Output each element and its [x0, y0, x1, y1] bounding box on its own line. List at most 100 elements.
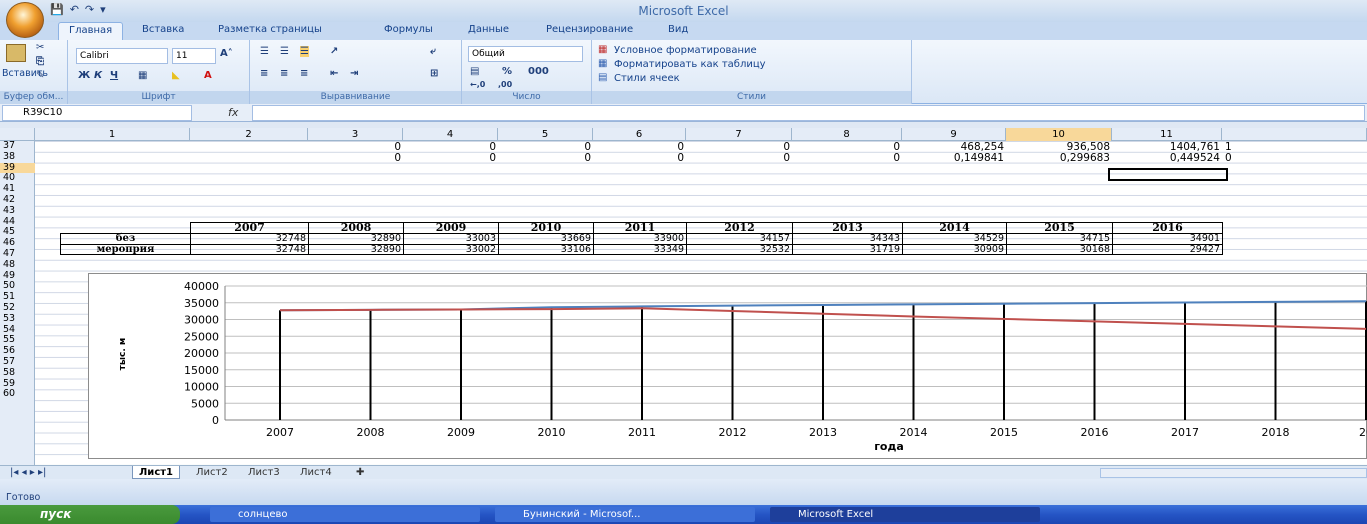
underline-button[interactable]: Ч	[110, 70, 118, 81]
borders-icon[interactable]: ▦	[138, 70, 147, 81]
align-middle-icon[interactable]: ☰	[280, 46, 289, 57]
cell-value[interactable]: 0,449524	[1112, 153, 1220, 164]
grow-font-icon[interactable]: A˄	[220, 48, 233, 59]
number-format-select[interactable]: Общий	[468, 46, 583, 62]
row-label[interactable]: мероприя	[60, 243, 191, 256]
cell-value[interactable]: 0	[1222, 153, 1234, 164]
italic-button[interactable]: К	[94, 70, 102, 81]
copy-icon[interactable]: ⎘	[36, 56, 44, 67]
horizontal-scrollbar[interactable]	[1100, 468, 1367, 478]
tab-data[interactable]: Данные	[468, 24, 509, 35]
taskbar-item-folder[interactable]: солнцево	[210, 507, 480, 522]
align-top-icon[interactable]: ☰	[260, 46, 269, 57]
cell-value[interactable]: 0	[403, 153, 496, 164]
table-cell[interactable]: 33106	[498, 243, 594, 256]
cell-value[interactable]: 0	[593, 142, 684, 153]
taskbar-item-excel[interactable]: Microsoft Excel	[770, 507, 1040, 522]
cell-value[interactable]: 0	[792, 142, 900, 153]
tab-view[interactable]: Вид	[668, 24, 688, 35]
cell-value[interactable]: 0	[308, 153, 401, 164]
year-header[interactable]: 2009	[403, 222, 499, 234]
table-cell[interactable]: 33002	[403, 243, 499, 256]
table-cell[interactable]: 33669	[498, 232, 594, 245]
cell-styles-button[interactable]: Стили ячеек	[614, 73, 680, 84]
decrease-decimal-button[interactable]: ,00	[498, 80, 512, 89]
table-cell[interactable]: 34715	[1006, 232, 1113, 245]
table-cell[interactable]: 34343	[792, 232, 903, 245]
cell-value[interactable]: 0	[498, 153, 591, 164]
tab-home[interactable]: Главная	[58, 22, 124, 40]
table-cell[interactable]: 32748	[190, 243, 309, 256]
row-header[interactable]: 43	[0, 205, 35, 217]
year-header[interactable]: 2013	[792, 222, 903, 234]
table-cell[interactable]: 34529	[902, 232, 1007, 245]
fill-color-icon[interactable]: ◣	[172, 70, 180, 81]
merge-center-icon[interactable]: ⊞	[430, 68, 438, 79]
table-cell[interactable]: 29427	[1112, 243, 1223, 256]
orientation-icon[interactable]: ↗	[330, 46, 338, 57]
year-header[interactable]: 2008	[308, 222, 404, 234]
decrease-indent-icon[interactable]: ⇤	[330, 68, 338, 79]
font-name-select[interactable]: Calibri	[76, 48, 168, 64]
year-header[interactable]: 2015	[1006, 222, 1113, 234]
table-cell[interactable]: 30909	[902, 243, 1007, 256]
cell-value[interactable]: 0	[308, 142, 401, 153]
table-cell[interactable]: 33003	[403, 232, 499, 245]
cell-value[interactable]: 0	[686, 142, 790, 153]
active-cell[interactable]	[1108, 168, 1228, 181]
increase-indent-icon[interactable]: ⇥	[350, 68, 358, 79]
row-header[interactable]: 48	[0, 259, 35, 271]
table-cell[interactable]: 32890	[308, 232, 404, 245]
formula-input[interactable]	[252, 105, 1365, 121]
start-button[interactable]: пуск	[0, 505, 180, 524]
percent-button[interactable]: %	[502, 66, 512, 77]
align-right-icon[interactable]: ≡	[300, 68, 308, 79]
table-cell[interactable]: 32890	[308, 243, 404, 256]
column-header[interactable]: 9	[902, 128, 1006, 141]
cut-icon[interactable]: ✂	[36, 42, 44, 53]
table-cell[interactable]: 34157	[686, 232, 793, 245]
year-header[interactable]: 2011	[593, 222, 687, 234]
increase-decimal-button[interactable]: ←,0	[470, 80, 485, 89]
column-header[interactable]	[1222, 128, 1367, 141]
wrap-text-icon[interactable]: ⤶	[430, 46, 436, 57]
align-center-icon[interactable]: ≡	[280, 68, 288, 79]
sheet-nav-icon[interactable]: |◂ ◂ ▸ ▸|	[10, 466, 46, 479]
table-cell[interactable]: 32532	[686, 243, 793, 256]
office-button[interactable]	[6, 2, 44, 38]
sheet-tab[interactable]: Лист3	[248, 466, 280, 479]
table-cell[interactable]: 33349	[593, 243, 687, 256]
font-size-select[interactable]: 11	[172, 48, 216, 64]
currency-icon[interactable]: ▤	[470, 66, 479, 77]
year-header[interactable]: 2010	[498, 222, 594, 234]
sheet-tab[interactable]: Лист2	[196, 466, 228, 479]
column-header-selected[interactable]: 10	[1006, 128, 1112, 141]
tab-insert[interactable]: Вставка	[142, 24, 184, 35]
table-cell[interactable]: 33900	[593, 232, 687, 245]
row-label[interactable]: без	[60, 232, 191, 245]
format-as-table-button[interactable]: Форматировать как таблицу	[614, 59, 766, 70]
table-cell[interactable]	[60, 222, 191, 234]
column-header[interactable]: 4	[403, 128, 498, 141]
tab-review[interactable]: Рецензирование	[546, 24, 633, 35]
column-header[interactable]: 5	[498, 128, 593, 141]
column-header[interactable]: 1	[35, 128, 190, 141]
column-header[interactable]: 3	[308, 128, 403, 141]
year-header[interactable]: 2012	[686, 222, 793, 234]
thousands-button[interactable]: 000	[528, 66, 549, 77]
paste-icon[interactable]	[6, 44, 26, 62]
cell-value[interactable]: 0,149841	[902, 153, 1004, 164]
cell-value[interactable]: 0	[403, 142, 496, 153]
column-header[interactable]: 8	[792, 128, 902, 141]
row-header[interactable]: 38	[0, 151, 35, 163]
taskbar-item-word[interactable]: Бунинский - Microsof...	[495, 507, 755, 522]
paste-button[interactable]: Вставить	[2, 68, 48, 79]
align-left-icon[interactable]: ≡	[260, 68, 268, 79]
cell-value[interactable]: 0,299683	[1006, 153, 1110, 164]
column-header[interactable]: 11	[1112, 128, 1222, 141]
row-header[interactable]: 53	[0, 313, 35, 325]
tab-page-layout[interactable]: Разметка страницы	[218, 24, 322, 35]
bold-button[interactable]: Ж	[78, 70, 90, 81]
year-header[interactable]: 2007	[190, 222, 309, 234]
row-header[interactable]: 58	[0, 367, 35, 379]
